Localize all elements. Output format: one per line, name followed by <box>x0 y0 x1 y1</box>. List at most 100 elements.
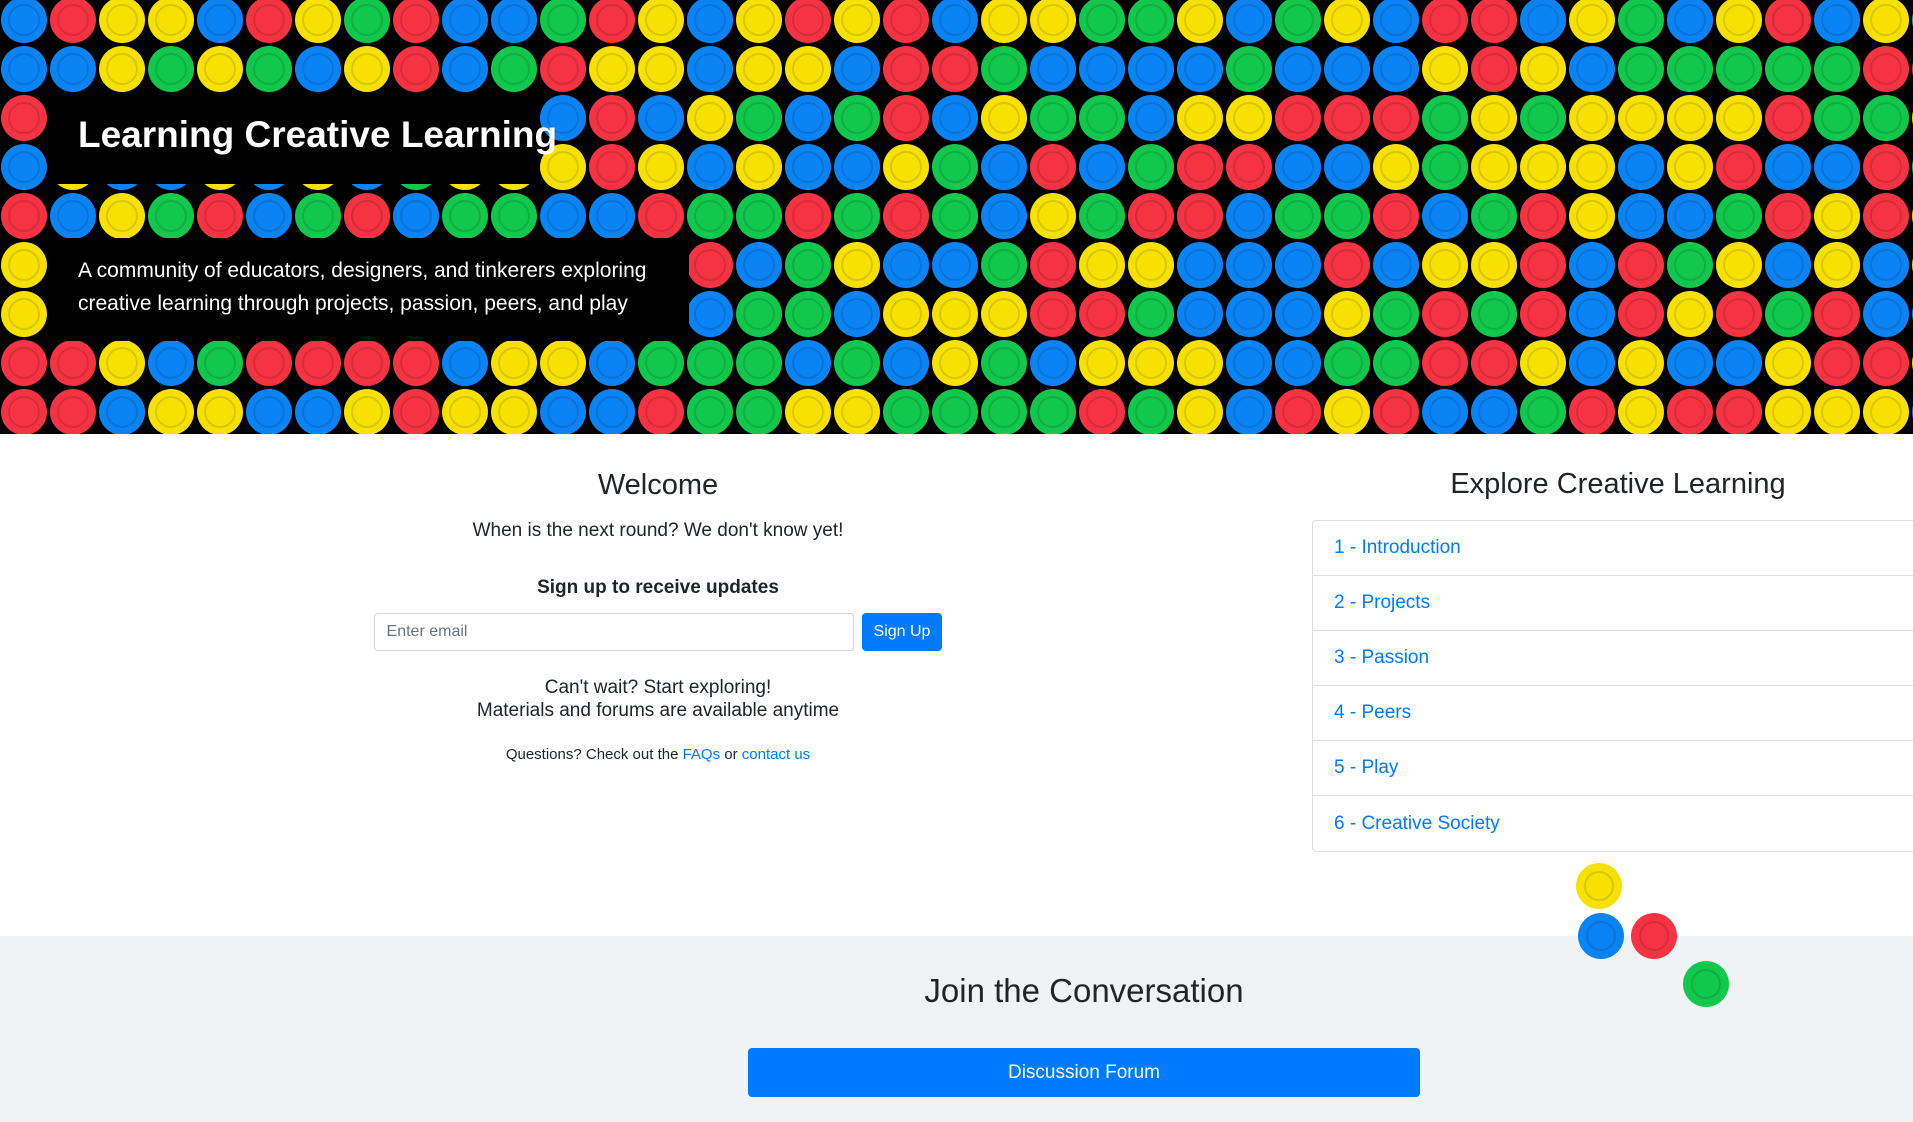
hero-dot <box>1373 95 1419 141</box>
hero-dot <box>1422 193 1468 239</box>
hero-dot <box>295 193 341 239</box>
hero-dot <box>932 291 978 337</box>
hero-dot <box>1520 291 1566 337</box>
hero-dot <box>491 389 537 434</box>
hero-dot <box>1814 242 1860 288</box>
hero-dot <box>442 46 488 92</box>
hero-dot <box>393 389 439 434</box>
hero-dot <box>1 242 47 288</box>
hero-dot <box>1471 193 1517 239</box>
hero-dot <box>1667 193 1713 239</box>
hero-dot <box>1716 242 1762 288</box>
explore-item-play[interactable]: 5 - Play <box>1313 741 1913 796</box>
hero-dot <box>687 340 733 386</box>
hero-dot <box>1520 46 1566 92</box>
hero-dot <box>1667 0 1713 43</box>
hero-dot <box>834 242 880 288</box>
hero-dot <box>1079 340 1125 386</box>
hero-dot <box>1128 193 1174 239</box>
hero-dot <box>1618 242 1664 288</box>
hero-dot <box>148 46 194 92</box>
hero-dot <box>785 291 831 337</box>
explore-item-introduction[interactable]: 1 - Introduction <box>1313 521 1913 576</box>
hero-dot <box>1275 144 1321 190</box>
hero-dot <box>1765 46 1811 92</box>
hero-dot <box>1128 291 1174 337</box>
hero-dot <box>1128 340 1174 386</box>
hero-dot <box>1030 0 1076 43</box>
hero-dot <box>1471 95 1517 141</box>
hero-dot <box>932 389 978 434</box>
hero-dot <box>1079 46 1125 92</box>
hero-dot <box>1667 389 1713 434</box>
signup-heading: Sign up to receive updates <box>537 577 779 598</box>
hero-dot <box>1569 95 1615 141</box>
hero-dot <box>1863 46 1909 92</box>
hero-dot <box>1422 291 1468 337</box>
hero-dot <box>1667 340 1713 386</box>
explore-item-projects[interactable]: 2 - Projects <box>1313 576 1913 631</box>
hero-dot <box>1422 0 1468 43</box>
hero-dot <box>50 193 96 239</box>
hero-dot <box>99 46 145 92</box>
hero-dot <box>246 193 292 239</box>
hero-dot <box>295 0 341 43</box>
explore-prompt-line1: Can't wait? Start exploring! <box>544 677 772 698</box>
hero-dot <box>589 340 635 386</box>
contact-us-link[interactable]: contact us <box>742 746 810 763</box>
hero-dot <box>540 0 586 43</box>
hero-dot <box>1128 144 1174 190</box>
hero-dot <box>638 0 684 43</box>
hero-dot <box>491 0 537 43</box>
hero-dot <box>932 144 978 190</box>
hero-dot <box>687 291 733 337</box>
hero-dot <box>1520 193 1566 239</box>
hero-dot <box>344 46 390 92</box>
hero-dot <box>1863 389 1909 434</box>
signup-button[interactable]: Sign Up <box>861 613 943 651</box>
hero-dot <box>1814 46 1860 92</box>
faqs-link[interactable]: FAQs <box>683 746 721 763</box>
email-input[interactable] <box>373 613 854 651</box>
hero-banner: Learning Creative Learning A community o… <box>0 0 1913 434</box>
hero-dot <box>1471 242 1517 288</box>
explore-item-passion[interactable]: 3 - Passion <box>1313 631 1913 686</box>
hero-dot <box>393 0 439 43</box>
hero-dot <box>1520 340 1566 386</box>
hero-dot <box>1765 389 1811 434</box>
hero-dot <box>981 193 1027 239</box>
hero-dot <box>589 95 635 141</box>
hero-dot <box>1471 0 1517 43</box>
hero-dot <box>1667 144 1713 190</box>
hero-dot <box>1471 144 1517 190</box>
hero-dot <box>344 389 390 434</box>
hero-dot <box>736 340 782 386</box>
hero-dot <box>1814 95 1860 141</box>
site-tagline: A community of educators, designers, and… <box>78 259 647 315</box>
hero-dot <box>1079 193 1125 239</box>
hero-dot <box>1030 95 1076 141</box>
hero-dot <box>1569 144 1615 190</box>
hero-dot <box>1324 291 1370 337</box>
explore-item-peers[interactable]: 4 - Peers <box>1313 686 1913 741</box>
hero-dot <box>1030 46 1076 92</box>
hero-dot <box>785 242 831 288</box>
explore-title: Explore Creative Learning <box>1450 468 1786 500</box>
explore-item-creative-society[interactable]: 6 - Creative Society <box>1313 796 1913 851</box>
hero-dot <box>932 46 978 92</box>
hero-dot <box>1520 0 1566 43</box>
hero-dot <box>1814 389 1860 434</box>
hero-dot <box>1 193 47 239</box>
hero-dot <box>246 340 292 386</box>
hero-dot <box>589 144 635 190</box>
hero-dot <box>1765 242 1811 288</box>
welcome-title: Welcome <box>597 469 719 501</box>
explore-prompt: Can't wait? Start exploring! Materials a… <box>312 676 1004 722</box>
discussion-forum-button[interactable]: Discussion Forum <box>748 1048 1420 1097</box>
hero-dot <box>687 46 733 92</box>
hero-dot <box>638 340 684 386</box>
hero-dot <box>932 340 978 386</box>
questions-line: Questions? Check out the FAQs or contact… <box>312 746 1004 763</box>
hero-dot <box>1373 389 1419 434</box>
hero-dot <box>50 0 96 43</box>
